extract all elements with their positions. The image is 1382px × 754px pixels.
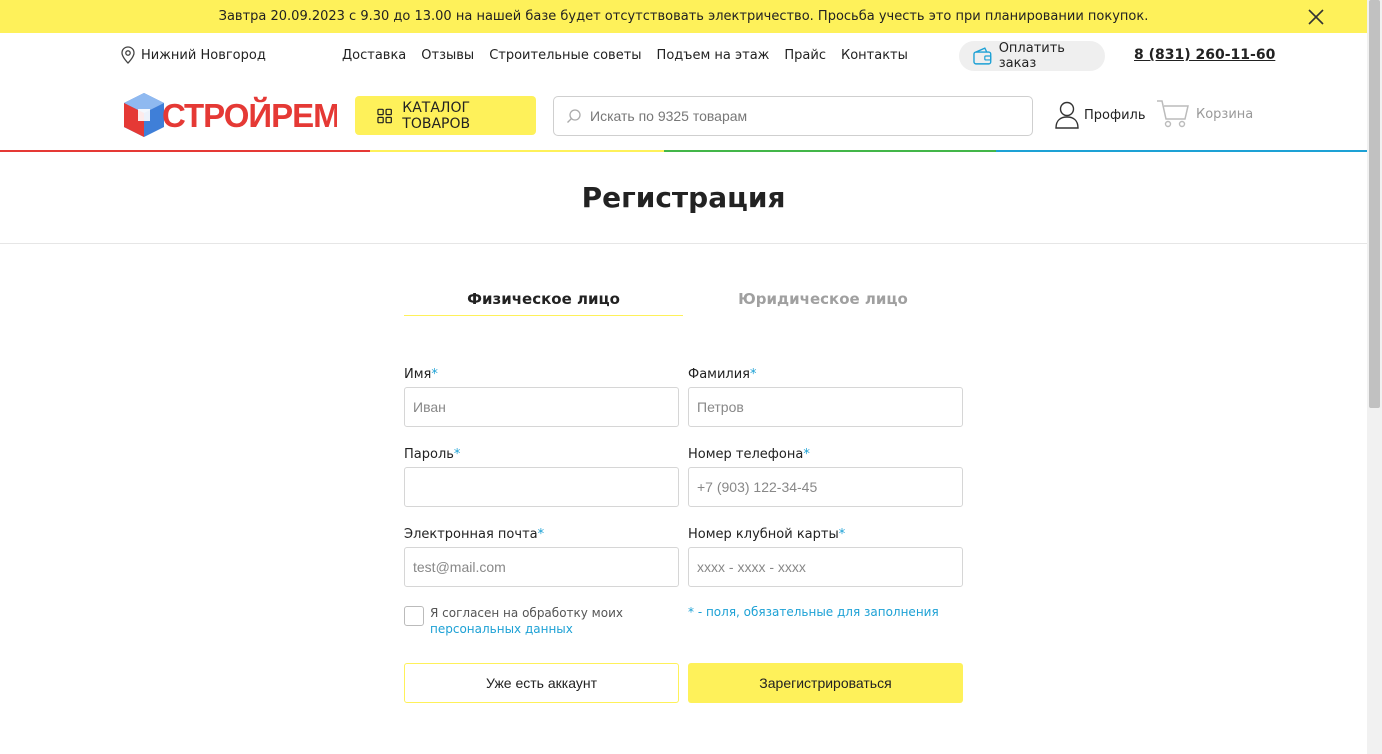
city-selector[interactable]: Нижний Новгород	[120, 46, 266, 64]
consent-block: Я согласен на обработку моих персональны…	[404, 605, 623, 637]
logo-text: СТРОЙРЕМ	[162, 96, 337, 134]
required-mark: *	[750, 367, 757, 382]
required-fields-note: * - поля, обязательные для заполнения	[688, 605, 939, 619]
consent-checkbox[interactable]	[404, 606, 424, 626]
phone-input[interactable]	[688, 467, 963, 507]
close-icon[interactable]	[1305, 6, 1327, 28]
first-name-input[interactable]	[404, 387, 679, 427]
required-mark: *	[431, 367, 438, 382]
search-box	[553, 96, 1033, 136]
catalog-button[interactable]: КАТАЛОГ ТОВАРОВ	[355, 96, 536, 135]
header: СТРОЙРЕМ КАТАЛОГ ТОВАРОВ Профиль	[0, 79, 1367, 151]
page-title: Регистрация	[581, 181, 786, 214]
profile-link[interactable]: Профиль	[1054, 101, 1146, 129]
nav-contacts[interactable]: Контакты	[841, 48, 908, 63]
last-name-input[interactable]	[688, 387, 963, 427]
grid-icon	[377, 108, 392, 123]
nav-building-tips[interactable]: Строительные советы	[489, 48, 641, 63]
cart-link[interactable]: Корзина	[1156, 99, 1253, 129]
profile-label: Профиль	[1084, 107, 1146, 123]
club-card-label: Номер клубной карты*	[688, 527, 846, 542]
scrollbar[interactable]	[1367, 0, 1382, 754]
have-account-button[interactable]: Уже есть аккаунт	[404, 663, 679, 703]
nav-delivery[interactable]: Доставка	[342, 48, 406, 63]
password-field: Пароль*	[404, 447, 679, 507]
wallet-icon	[973, 47, 992, 65]
register-button[interactable]: Зарегистрироваться	[688, 663, 963, 703]
consent-text: Я согласен на обработку моих персональны…	[430, 606, 623, 636]
phone-label: Номер телефона*	[688, 447, 810, 462]
required-mark: *	[537, 527, 545, 542]
password-label: Пароль*	[404, 447, 461, 462]
last-name-label: Фамилия*	[688, 367, 757, 382]
page: Завтра 20.09.2023 с 9.30 до 13.00 на наш…	[0, 0, 1367, 754]
required-mark: *	[803, 447, 810, 462]
phone-link[interactable]: 8 (831) 260-11-60	[1134, 47, 1275, 63]
email-input[interactable]	[404, 547, 679, 587]
catalog-label: КАТАЛОГ ТОВАРОВ	[402, 99, 471, 132]
tab-individual[interactable]: Физическое лицо	[404, 290, 683, 316]
first-name-label: Имя*	[404, 367, 438, 382]
nav-reviews[interactable]: Отзывы	[421, 48, 474, 63]
search-input[interactable]	[590, 108, 1020, 124]
club-card-input[interactable]	[688, 547, 963, 587]
registration-tabs: Физическое лицо Юридическое лицо	[404, 290, 964, 316]
email-field: Электронная почта*	[404, 527, 679, 587]
tab-legal-entity[interactable]: Юридическое лицо	[683, 290, 963, 316]
last-name-field: Фамилия*	[688, 367, 963, 427]
user-icon	[1055, 101, 1079, 129]
announcement-text: Завтра 20.09.2023 с 9.30 до 13.00 на наш…	[218, 9, 1149, 24]
required-mark: *	[453, 447, 461, 462]
pay-order-button[interactable]: Оплатить заказ	[959, 41, 1105, 71]
first-name-field: Имя*	[404, 367, 679, 427]
scrollbar-thumb[interactable]	[1369, 0, 1380, 408]
required-mark: *	[838, 527, 846, 542]
club-card-field: Номер клубной карты*	[688, 527, 963, 587]
personal-data-link[interactable]: персональных данных	[430, 622, 573, 636]
top-line: Нижний Новгород Доставка Отзывы Строител…	[0, 33, 1367, 79]
password-input[interactable]	[404, 467, 679, 507]
announcement-bar: Завтра 20.09.2023 с 9.30 до 13.00 на наш…	[0, 0, 1367, 33]
nav-price[interactable]: Прайс	[784, 48, 826, 63]
cart-icon	[1157, 100, 1189, 128]
phone-field: Номер телефона*	[688, 447, 963, 507]
nav-floor-lifting[interactable]: Подъем на этаж	[657, 48, 770, 63]
cart-label: Корзина	[1196, 106, 1254, 122]
logo[interactable]: СТРОЙРЕМ	[122, 91, 337, 139]
pay-order-label: Оплатить заказ	[998, 41, 1065, 71]
location-pin-icon	[121, 46, 135, 64]
email-label: Электронная почта*	[404, 527, 545, 542]
city-label: Нижний Новгород	[141, 47, 266, 63]
search-icon[interactable]	[566, 108, 582, 124]
top-nav: Доставка Отзывы Строительные советы Подъ…	[342, 48, 908, 63]
title-bar: Регистрация	[0, 152, 1367, 244]
